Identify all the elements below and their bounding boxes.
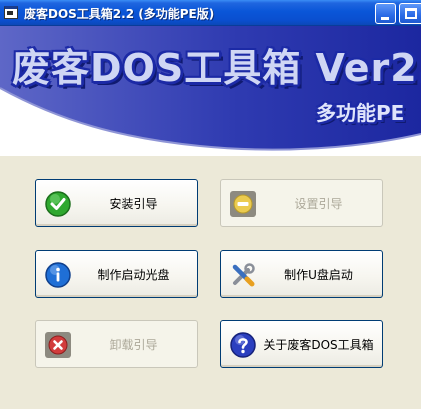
check-icon — [45, 191, 71, 217]
uninstall-boot-label: 卸载引导 — [109, 338, 158, 352]
minimize-button[interactable] — [375, 3, 396, 24]
help-icon — [230, 332, 256, 358]
make-boot-cd-label: 制作启动光盘 — [97, 268, 170, 282]
make-usb-boot-button[interactable]: 制作U盘启动 — [220, 250, 383, 298]
banner-title: 废客DOS工具箱 Ver2. — [12, 46, 421, 90]
install-boot-button[interactable]: 安装引导 — [35, 179, 198, 227]
uninstall-boot-button[interactable]: 卸载引导 — [35, 320, 198, 368]
minus-icon — [230, 191, 256, 217]
make-usb-boot-label: 制作U盘启动 — [284, 268, 353, 282]
settings-boot-label: 设置引导 — [294, 197, 343, 211]
banner-subtitle: 多功能PE — [316, 101, 405, 125]
info-icon — [45, 262, 71, 288]
button-panel: 安装引导 设置引导 制作启动光盘 制作U盘启动 卸载引导 关于废客DOS工具箱 — [0, 156, 421, 409]
app-icon[interactable] — [4, 6, 18, 19]
minimize-icon — [381, 17, 389, 20]
settings-boot-button[interactable]: 设置引导 — [220, 179, 383, 227]
make-boot-cd-button[interactable]: 制作启动光盘 — [35, 250, 198, 298]
maximize-icon — [405, 8, 417, 19]
install-boot-label: 安装引导 — [109, 197, 158, 211]
app-window: 废客DOS工具箱2.2 (多功能PE版) 废客DOS工具箱 Ver2. 多功能P… — [0, 0, 421, 409]
window-title: 废客DOS工具箱2.2 (多功能PE版) — [24, 7, 215, 21]
close-icon — [45, 332, 71, 358]
about-label: 关于废客DOS工具箱 — [263, 338, 374, 352]
about-button[interactable]: 关于废客DOS工具箱 — [220, 320, 383, 368]
tools-icon — [232, 263, 255, 287]
title-bar[interactable]: 废客DOS工具箱2.2 (多功能PE版) — [0, 0, 421, 26]
header-banner: 废客DOS工具箱 Ver2. 多功能PE — [0, 26, 421, 156]
maximize-button[interactable] — [399, 3, 421, 24]
